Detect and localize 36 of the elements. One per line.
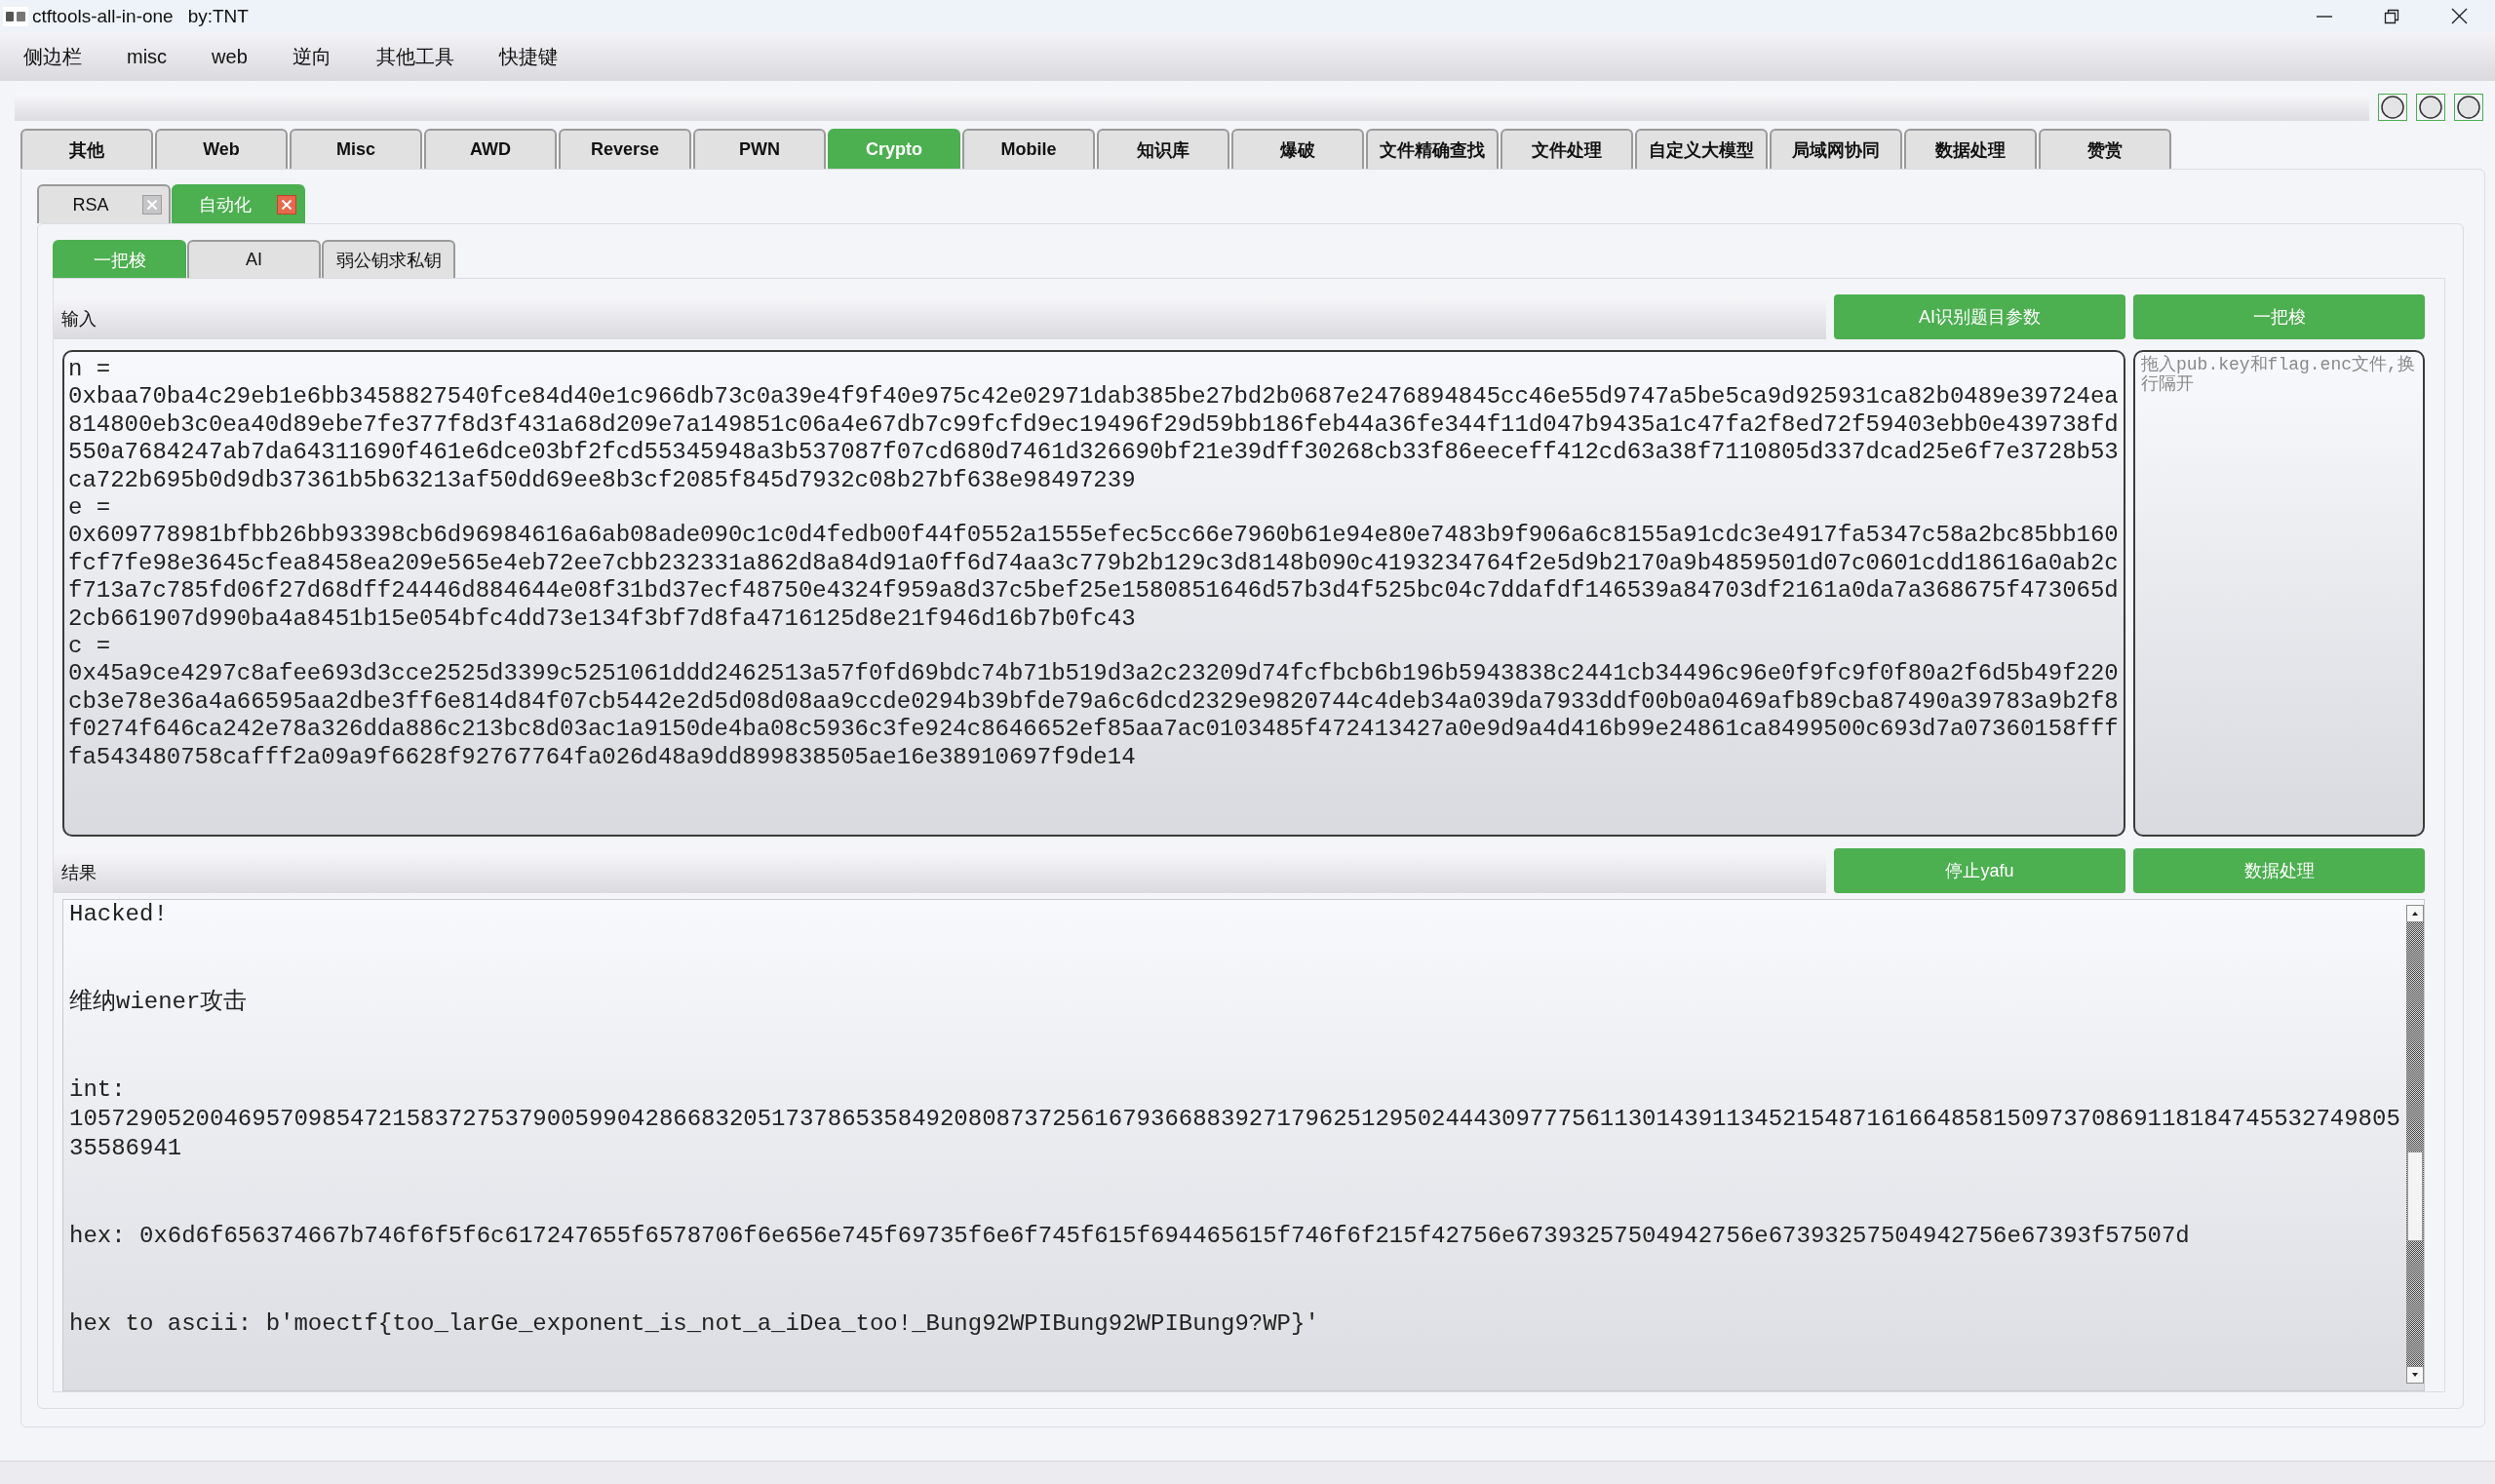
window-subtitle: by:TNT [187, 5, 249, 27]
tab[interactable]: Mobile [962, 129, 1095, 169]
input-field[interactable]: n = 0xbaa70ba4c29eb1e6bb3458827540fce84d40e1c966db73c0a39e4f9f40e975c42e02971dab385be27bd2b0687e2476894845cc46e55d9747a5be5ca9d925931ca82b0489e39724ea814800eb3c0ea40d89ebe7fe377f8d3f431a68d209e7a149851c06a4e67db7c99fcfd9ec19496f29d59bb186feb44a36fe344f11d047b9435a1c47fa2f8ed72f59403ebb0e439738fd550a7684247ab7da64311690f461e6dce03bf2fcd55345948a3b537087f07cd680d7461d326690bf21e39dff30268cb33f86eeceff412cd63a38f7110805d337dcad25e6f7e3728b53ca722b695b0d9db37361b5b63213af50dd69ee8b3cf2085f845d7932c08b27bf638e98497239 e = 0x609778981bfbb26bb93398cb6d96984616a6ab08ade090c1c0d4fedb00f44f0552a1555efec5cc66e7960b61e94e80e7483b9f906a6c8155a91cdc3e4917fa5347c58a2bc85bb160fcf7fe98e3645cfea8458ea209e565e4eb72ee7cbb232331a862d8a84d91a0ff6d74aa3c779b2b129c3d8148b090c4193234764f2e5d9b2170a9b4859501d07c0601cdd18616a0ab2cf713a7c785fd06f27d68dff24446d884644e08f31bd37ecf48750e4324f959a8d37c5bef25e1580851646d57b3d4f525bc04c7ddafdf146539a84703df2161a0da7a368675f473065d2cb661907d990ba4a8451b15e054bfc4dd73e134f3bf7d8fa4716125d8e21f946d16b7b0fc43 c = 0x45a9ce4297c8afee693d3cce2525d3399c5251061ddd2462513a57f0fd69bdc74b71b519d3a2c23209d74fcfbcb6b196b5943838c2441cb34496c96e0f9fc9f0f80a2f6d5b49f220cb3e78e36a4a66595aa2dbe3ff6e814d84f07cb5442e2d5d08d08aa9ccde0294b39bfde79a6c6dcd2329e9820744c4deb34a039da7933ddf00b0a0469afb89cba87490a39783a9b2f8f0274f646ca242e78a326dda886c213bc8d03ac1a9150de4ba08c5936c3fe924c8646652ef85aa7ac0103485f472413427a0e9d9a4d416b99e24861ca8499500c693d7a07360158ffffa543480758cafff2a09a9f6628f92767764fa026d48a9dd899838505ae16e38910697f9de14 [62, 350, 2125, 837]
tab[interactable]: 自定义大模型 [1635, 129, 1768, 169]
menu-item[interactable]: misc [127, 45, 168, 68]
menu-item[interactable]: 侧边栏 [23, 43, 82, 70]
menu-item[interactable]: web [212, 45, 248, 68]
restore-icon[interactable] [2384, 8, 2399, 24]
menu-item[interactable]: 快捷键 [498, 43, 558, 70]
tab[interactable]: RSA [37, 184, 171, 223]
output-text: Hacked! 维纳wiener攻击 int: 1057290520046957098547215837275379005990428668320517378653584920808737256167936688392717962512950244430977756113014391134521548716166485815097370869118184745532749805 35586941 hex: 0x6d6f656374667b746f6f5f6c617247655f6578706f6e656e745f69735f6e6f745f615f694465615f746f6f215f42756e67393257504942756e67393257504942756e67393f57507d hex to ascii: b'moectf{too_larGe_exponent_is_not_a_iDea_too!_Bung92WPIBung92WPIBung9?WP}' [69, 900, 2401, 1339]
tab[interactable]: 文件精确查找 [1366, 129, 1499, 169]
menu-item[interactable]: 逆向 [292, 43, 331, 70]
tab[interactable]: 其他 [20, 129, 153, 169]
tab[interactable]: 赞赏 [2039, 129, 2171, 169]
circle-icon[interactable] [2454, 94, 2483, 121]
tab[interactable]: Web [155, 129, 288, 169]
tab[interactable]: 知识库 [1097, 129, 1229, 169]
tab[interactable]: 文件处理 [1501, 129, 1633, 169]
tab[interactable]: 弱公钥求私钥 [322, 240, 455, 278]
tab[interactable]: 数据处理 [1904, 129, 2037, 169]
tab[interactable]: AWD [424, 129, 557, 169]
tab[interactable]: 局域网协同 [1770, 129, 1902, 169]
tab[interactable]: Misc [290, 129, 422, 169]
app-icon [3, 6, 28, 26]
tab[interactable]: 爆破 [1231, 129, 1364, 169]
menu-item[interactable]: 其他工具 [375, 43, 454, 70]
window-title: ctftools-all-in-one [32, 5, 174, 27]
close-icon[interactable] [2451, 8, 2468, 24]
minimize-icon[interactable] [2317, 15, 2332, 18]
circle-icon[interactable] [2378, 94, 2407, 121]
tab[interactable]: PWN [693, 129, 826, 169]
circle-icon[interactable] [2416, 94, 2445, 121]
tab[interactable]: AI [187, 240, 321, 278]
tab[interactable]: Reverse [559, 129, 691, 169]
scrollbar-thumb[interactable] [2407, 1152, 2423, 1241]
